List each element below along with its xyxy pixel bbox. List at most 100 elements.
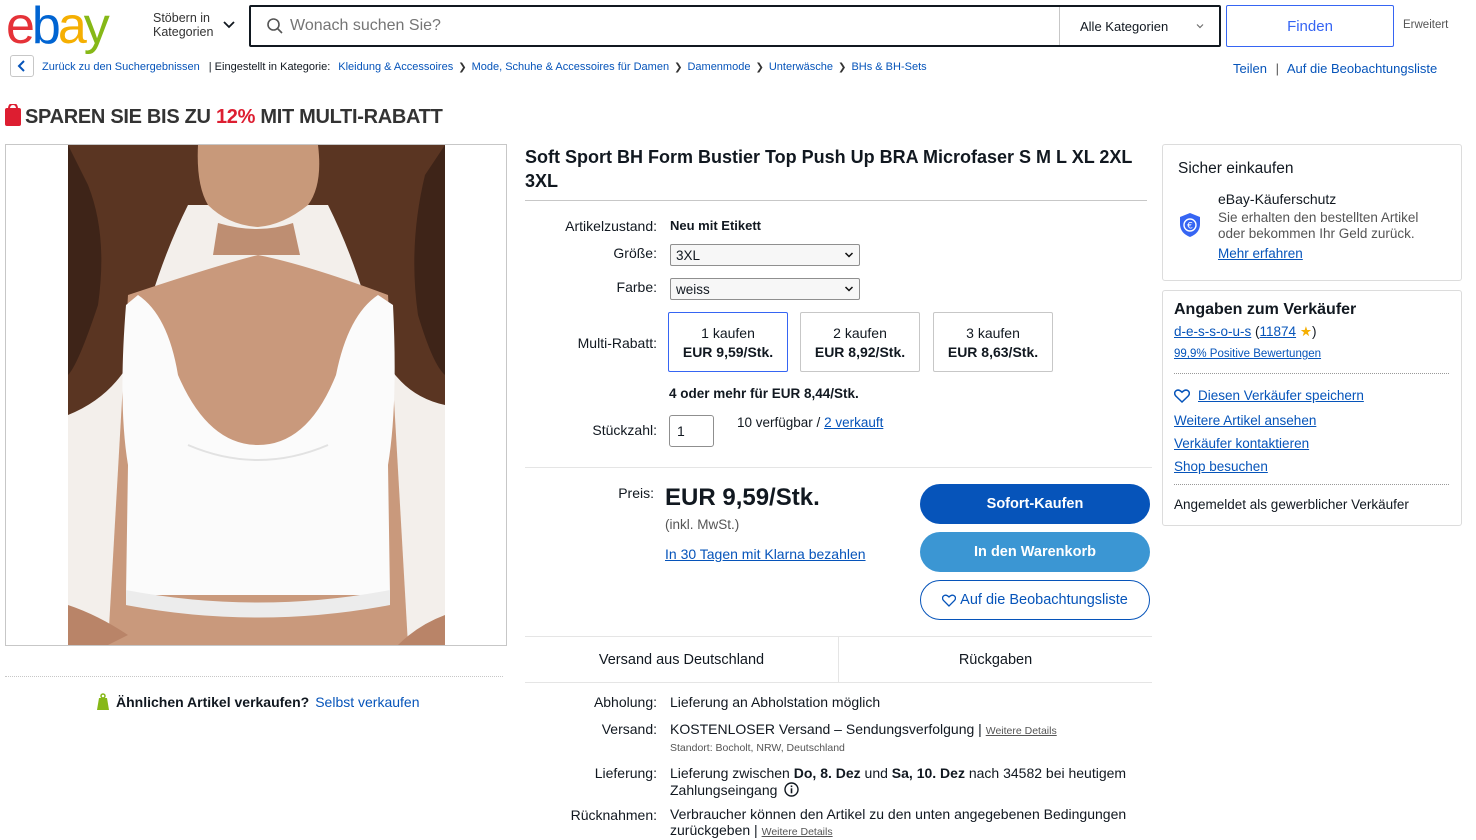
advanced-search-link[interactable]: Erweitert: [1403, 19, 1448, 31]
heart-icon: [942, 594, 957, 607]
product-image[interactable]: [68, 145, 445, 645]
buy-now-button[interactable]: Sofort-Kaufen: [920, 484, 1150, 524]
info-icon[interactable]: [784, 782, 800, 797]
watchlist-link[interactable]: Auf die Beobachtungsliste: [1287, 61, 1437, 76]
multi-discount-label: Multi-Rabatt:: [577, 335, 657, 351]
search-icon: [267, 18, 283, 34]
chevron-down-icon: [844, 286, 854, 292]
price-tag-icon: [97, 693, 109, 710]
tab-returns[interactable]: Rückgaben: [838, 637, 1152, 682]
tier-qty: 3 kaufen: [966, 325, 1020, 341]
chevron-right-icon: ❯: [458, 61, 467, 73]
share-watch-links: Teilen | Auf die Beobachtungsliste: [1233, 61, 1438, 76]
size-select[interactable]: 3XL: [670, 244, 860, 266]
delivery-text: nach 34582 bei heutigem: [964, 765, 1127, 781]
chevron-down-icon[interactable]: [222, 18, 236, 32]
delivery-from: Do, 8. Dez: [793, 765, 861, 781]
learn-more-link[interactable]: Mehr erfahren: [1218, 246, 1303, 261]
save-seller-link[interactable]: Diesen Verkäufer speichern: [1198, 388, 1364, 403]
size-label: Größe:: [613, 245, 657, 261]
browse-categories-button[interactable]: Stöbern in Kategorien: [153, 11, 213, 39]
discount-tier-2[interactable]: 2 kaufen EUR 8,92/Stk.: [800, 312, 920, 372]
tier-price: EUR 8,92/Stk.: [814, 344, 906, 360]
condition-label: Artikelzustand:: [565, 218, 657, 234]
delivery-label: Lieferung:: [594, 765, 657, 781]
sell-yourself-link[interactable]: Selbst verkaufen: [315, 694, 419, 710]
item-title: Soft Sport BH Form Bustier Top Push Up B…: [525, 147, 1133, 191]
product-photo: [68, 145, 445, 645]
delivery-value: Lieferung zwischen Do, 8. Dez und Sa, 10…: [670, 765, 1150, 799]
seller-title: Angaben zum Verkäufer: [1174, 301, 1357, 318]
delivery-text: Zahlungseingang: [670, 782, 778, 798]
shipping-details-link[interactable]: Weitere Details: [986, 725, 1057, 737]
breadcrumb: Zurück zu den Suchergebnissen | Eingeste…: [42, 61, 927, 73]
buyer-protection-text: Sie erhalten den bestellten Artikel oder…: [1218, 210, 1418, 242]
chevron-left-icon: [17, 60, 25, 72]
seller-links: Weitere Artikel ansehen Verkäufer kontak…: [1174, 409, 1316, 478]
secure-shopping-title: Sicher einkaufen: [1178, 160, 1294, 177]
shipping-label: Versand:: [601, 721, 657, 737]
breadcrumb-item[interactable]: Damenmode: [687, 61, 750, 73]
color-select[interactable]: weiss: [670, 278, 860, 300]
chevron-right-icon: ❯: [838, 61, 847, 73]
contact-seller-link[interactable]: Verkäufer kontaktieren: [1174, 432, 1316, 455]
divider: [1174, 373, 1449, 374]
returns-details-link[interactable]: Weitere Details: [762, 826, 833, 838]
star-icon: ★: [1296, 324, 1312, 339]
tier-qty: 2 kaufen: [833, 325, 887, 341]
back-to-results-link[interactable]: Zurück zu den Suchergebnissen: [42, 61, 200, 73]
multi-discount-banner: SPAREN SIE BIS ZU 12% MIT MULTI-RABATT: [25, 106, 443, 129]
back-button[interactable]: [10, 55, 34, 77]
svg-text:€: €: [1187, 222, 1193, 232]
klarna-link[interactable]: In 30 Tagen mit Klarna bezahlen: [665, 546, 866, 562]
divider: [1174, 484, 1449, 485]
feedback-score-link[interactable]: 11874: [1260, 324, 1297, 339]
color-select-value: weiss: [676, 281, 710, 297]
sold-link[interactable]: 2 verkauft: [824, 415, 883, 430]
add-to-watchlist-button[interactable]: Auf die Beobachtungsliste: [920, 580, 1150, 620]
share-link[interactable]: Teilen: [1233, 61, 1267, 76]
buyer-protection-heading: eBay-Käuferschutz: [1218, 191, 1337, 207]
visit-shop-link[interactable]: Shop besuchen: [1174, 455, 1316, 478]
category-select[interactable]: Alle Kategorien: [1080, 19, 1168, 34]
positive-feedback-link[interactable]: 99,9% Positive Bewertungen: [1174, 348, 1321, 360]
breadcrumb-item[interactable]: Unterwäsche: [769, 61, 833, 73]
quantity-input[interactable]: 1: [669, 415, 714, 447]
discount-tier-1[interactable]: 1 kaufen EUR 9,59/Stk.: [668, 312, 788, 372]
tag-icon: [5, 104, 21, 126]
search-input[interactable]: [290, 14, 1050, 38]
save-seller-row[interactable]: Diesen Verkäufer speichern: [1174, 388, 1364, 403]
promo-suffix: MIT MULTI-RABATT: [255, 106, 443, 128]
info-tabs: Versand aus Deutschland Rückgaben: [525, 636, 1152, 683]
condition-value: Neu mit Etikett: [670, 218, 762, 233]
breadcrumb-item[interactable]: Kleidung & Accessoires: [338, 61, 453, 73]
returns-text: Verbraucher können den Artikel zu den un…: [670, 806, 1127, 822]
item-location: Standort: Bocholt, NRW, Deutschland: [670, 742, 845, 754]
chevron-right-icon: ❯: [755, 61, 764, 73]
discount-tier-3[interactable]: 3 kaufen EUR 8,63/Stk.: [933, 312, 1053, 372]
tier-price: EUR 9,59/Stk.: [682, 344, 774, 360]
seller-name-link[interactable]: d-e-s-s-o-u-s: [1174, 324, 1251, 339]
find-button[interactable]: Finden: [1226, 5, 1394, 47]
available-count: 10 verfügbar /: [737, 415, 825, 430]
color-label: Farbe:: [616, 279, 657, 295]
price-value: EUR 9,59/Stk.: [665, 484, 820, 511]
quantity-label: Stückzahl:: [592, 422, 657, 438]
delivery-to: Sa, 10. Dez: [891, 765, 965, 781]
breadcrumb-item[interactable]: Mode, Schuhe & Accessoires für Damen: [472, 61, 669, 73]
protection-line: oder bekommen Ihr Geld zurück.: [1218, 226, 1415, 241]
ebay-logo[interactable]: ebay: [6, 0, 124, 52]
returns-text: zurückgeben |: [670, 822, 758, 838]
chevron-down-icon[interactable]: [1194, 20, 1206, 32]
protection-line: Sie erhalten den bestellten Artikel: [1218, 210, 1419, 225]
breadcrumb-item[interactable]: BHs & BH-Sets: [851, 61, 926, 73]
listed-in-label: | Eingestellt in Kategorie:: [208, 61, 331, 73]
add-to-cart-button[interactable]: In den Warenkorb: [920, 532, 1150, 572]
promo-prefix: SPAREN SIE BIS ZU: [25, 106, 216, 128]
sell-similar: Ähnlichen Artikel verkaufen? Selbst verk…: [96, 693, 420, 711]
tab-shipping[interactable]: Versand aus Deutschland: [525, 637, 838, 682]
returns-label: Rücknahmen:: [570, 807, 657, 823]
seller-items-link[interactable]: Weitere Artikel ansehen: [1174, 409, 1316, 432]
tier-qty: 1 kaufen: [701, 325, 755, 341]
chevron-right-icon: ❯: [674, 61, 683, 73]
